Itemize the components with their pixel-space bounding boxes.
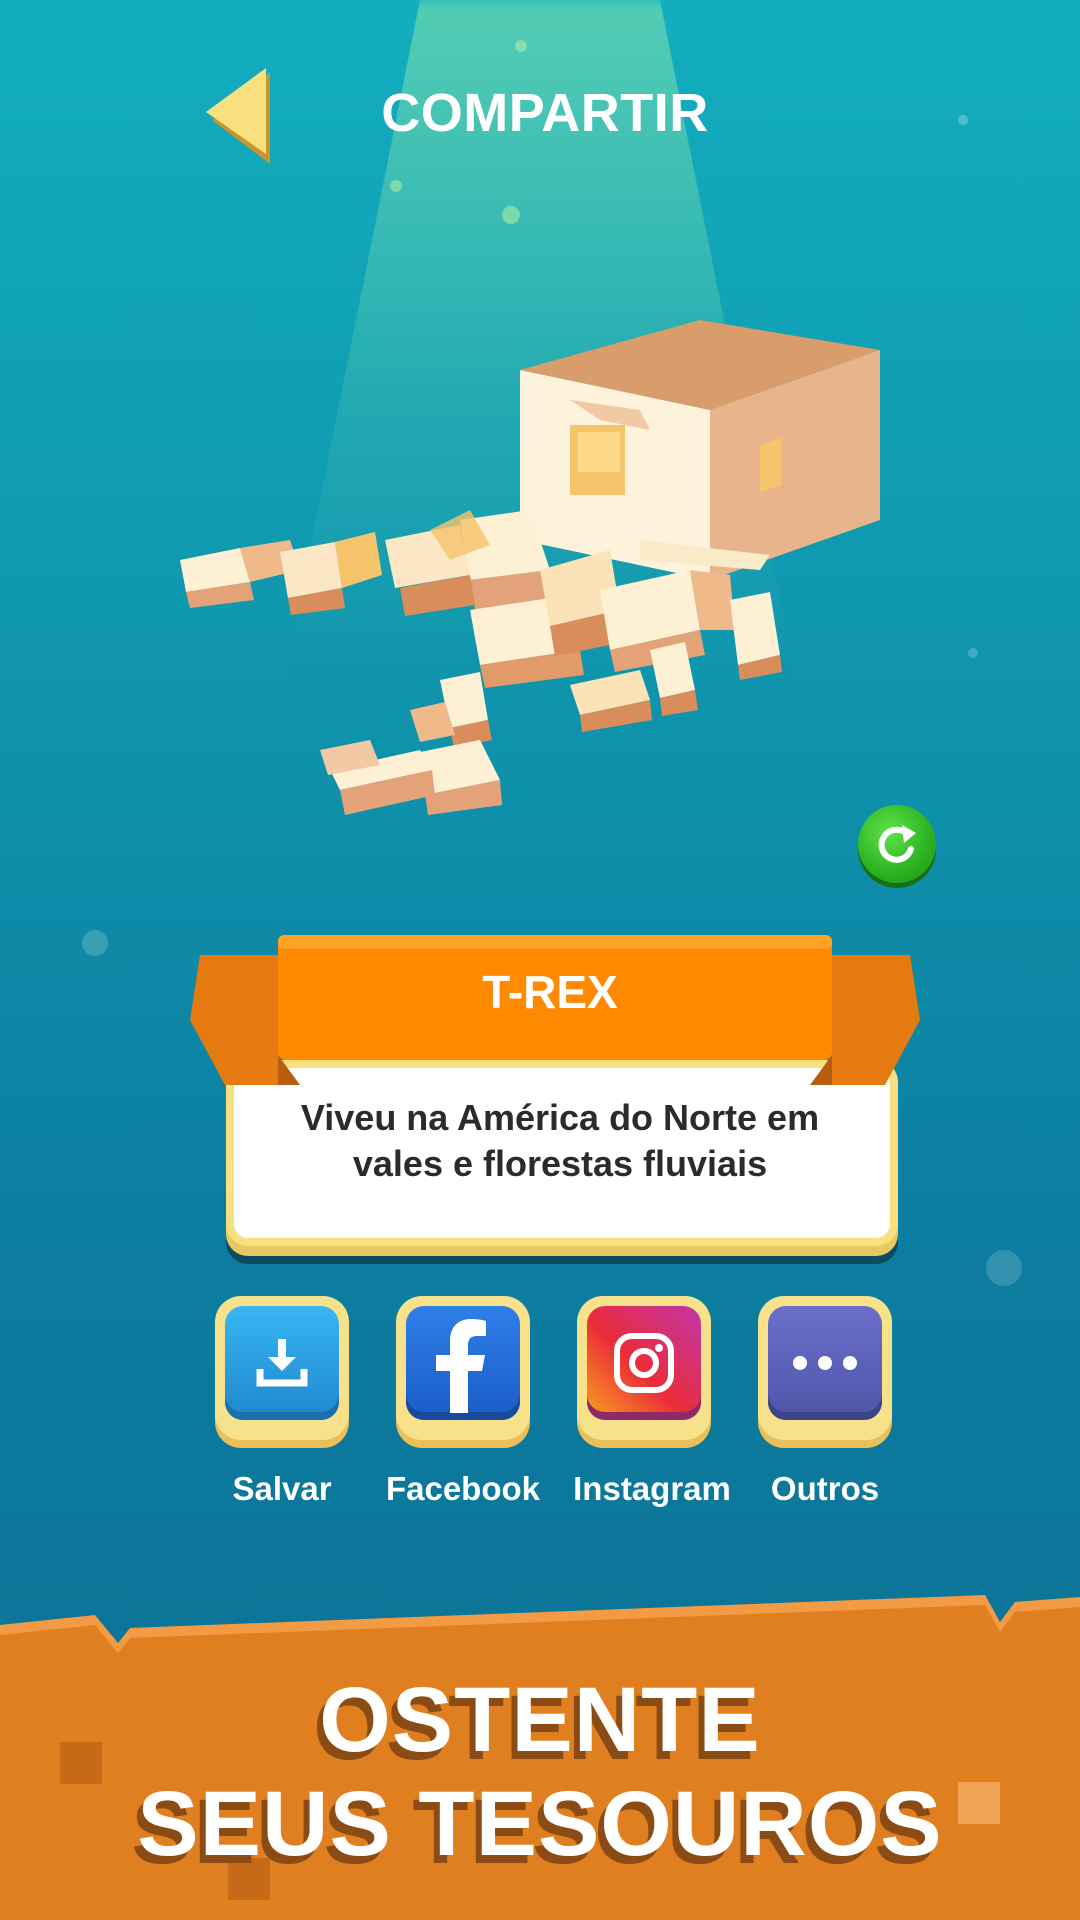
download-icon bbox=[256, 1339, 308, 1387]
creature-description: Viveu na América do Norte em vales e flo… bbox=[240, 1095, 880, 1187]
refresh-button[interactable] bbox=[858, 805, 936, 883]
bubble bbox=[968, 648, 978, 658]
others-button[interactable] bbox=[758, 1296, 892, 1440]
save-button[interactable] bbox=[215, 1296, 349, 1440]
trex-skeleton-illustration bbox=[180, 320, 880, 815]
back-button[interactable] bbox=[200, 68, 280, 168]
others-label: Outros bbox=[770, 1470, 880, 1507]
bubble bbox=[502, 206, 520, 224]
creature-name: T-REX bbox=[482, 966, 618, 1018]
bubble bbox=[515, 40, 527, 52]
facebook-icon bbox=[436, 1319, 486, 1413]
share-screen: COMPARTIR Viveu na América do Norte em v… bbox=[0, 0, 1080, 1920]
promo-line-1: OSTENTE bbox=[319, 1669, 761, 1771]
bubble bbox=[390, 180, 402, 192]
description-line: Viveu na América do Norte em bbox=[300, 1097, 820, 1138]
description-line: vales e florestas fluviais bbox=[352, 1143, 768, 1184]
facebook-label: Facebook bbox=[385, 1470, 541, 1507]
promo-line-2: SEUS TESOUROS bbox=[137, 1773, 943, 1875]
facebook-button[interactable] bbox=[396, 1296, 530, 1440]
bubble bbox=[986, 1250, 1022, 1286]
instagram-icon bbox=[614, 1333, 674, 1393]
back-arrow-icon bbox=[206, 68, 270, 164]
save-label: Salvar bbox=[232, 1470, 332, 1507]
bubble bbox=[82, 930, 108, 956]
page-title: COMPARTIR bbox=[381, 83, 709, 143]
instagram-label: Instagram bbox=[573, 1470, 731, 1507]
more-icon bbox=[793, 1356, 857, 1370]
instagram-button[interactable] bbox=[577, 1296, 711, 1440]
refresh-icon bbox=[878, 825, 916, 863]
bubble bbox=[958, 115, 968, 125]
